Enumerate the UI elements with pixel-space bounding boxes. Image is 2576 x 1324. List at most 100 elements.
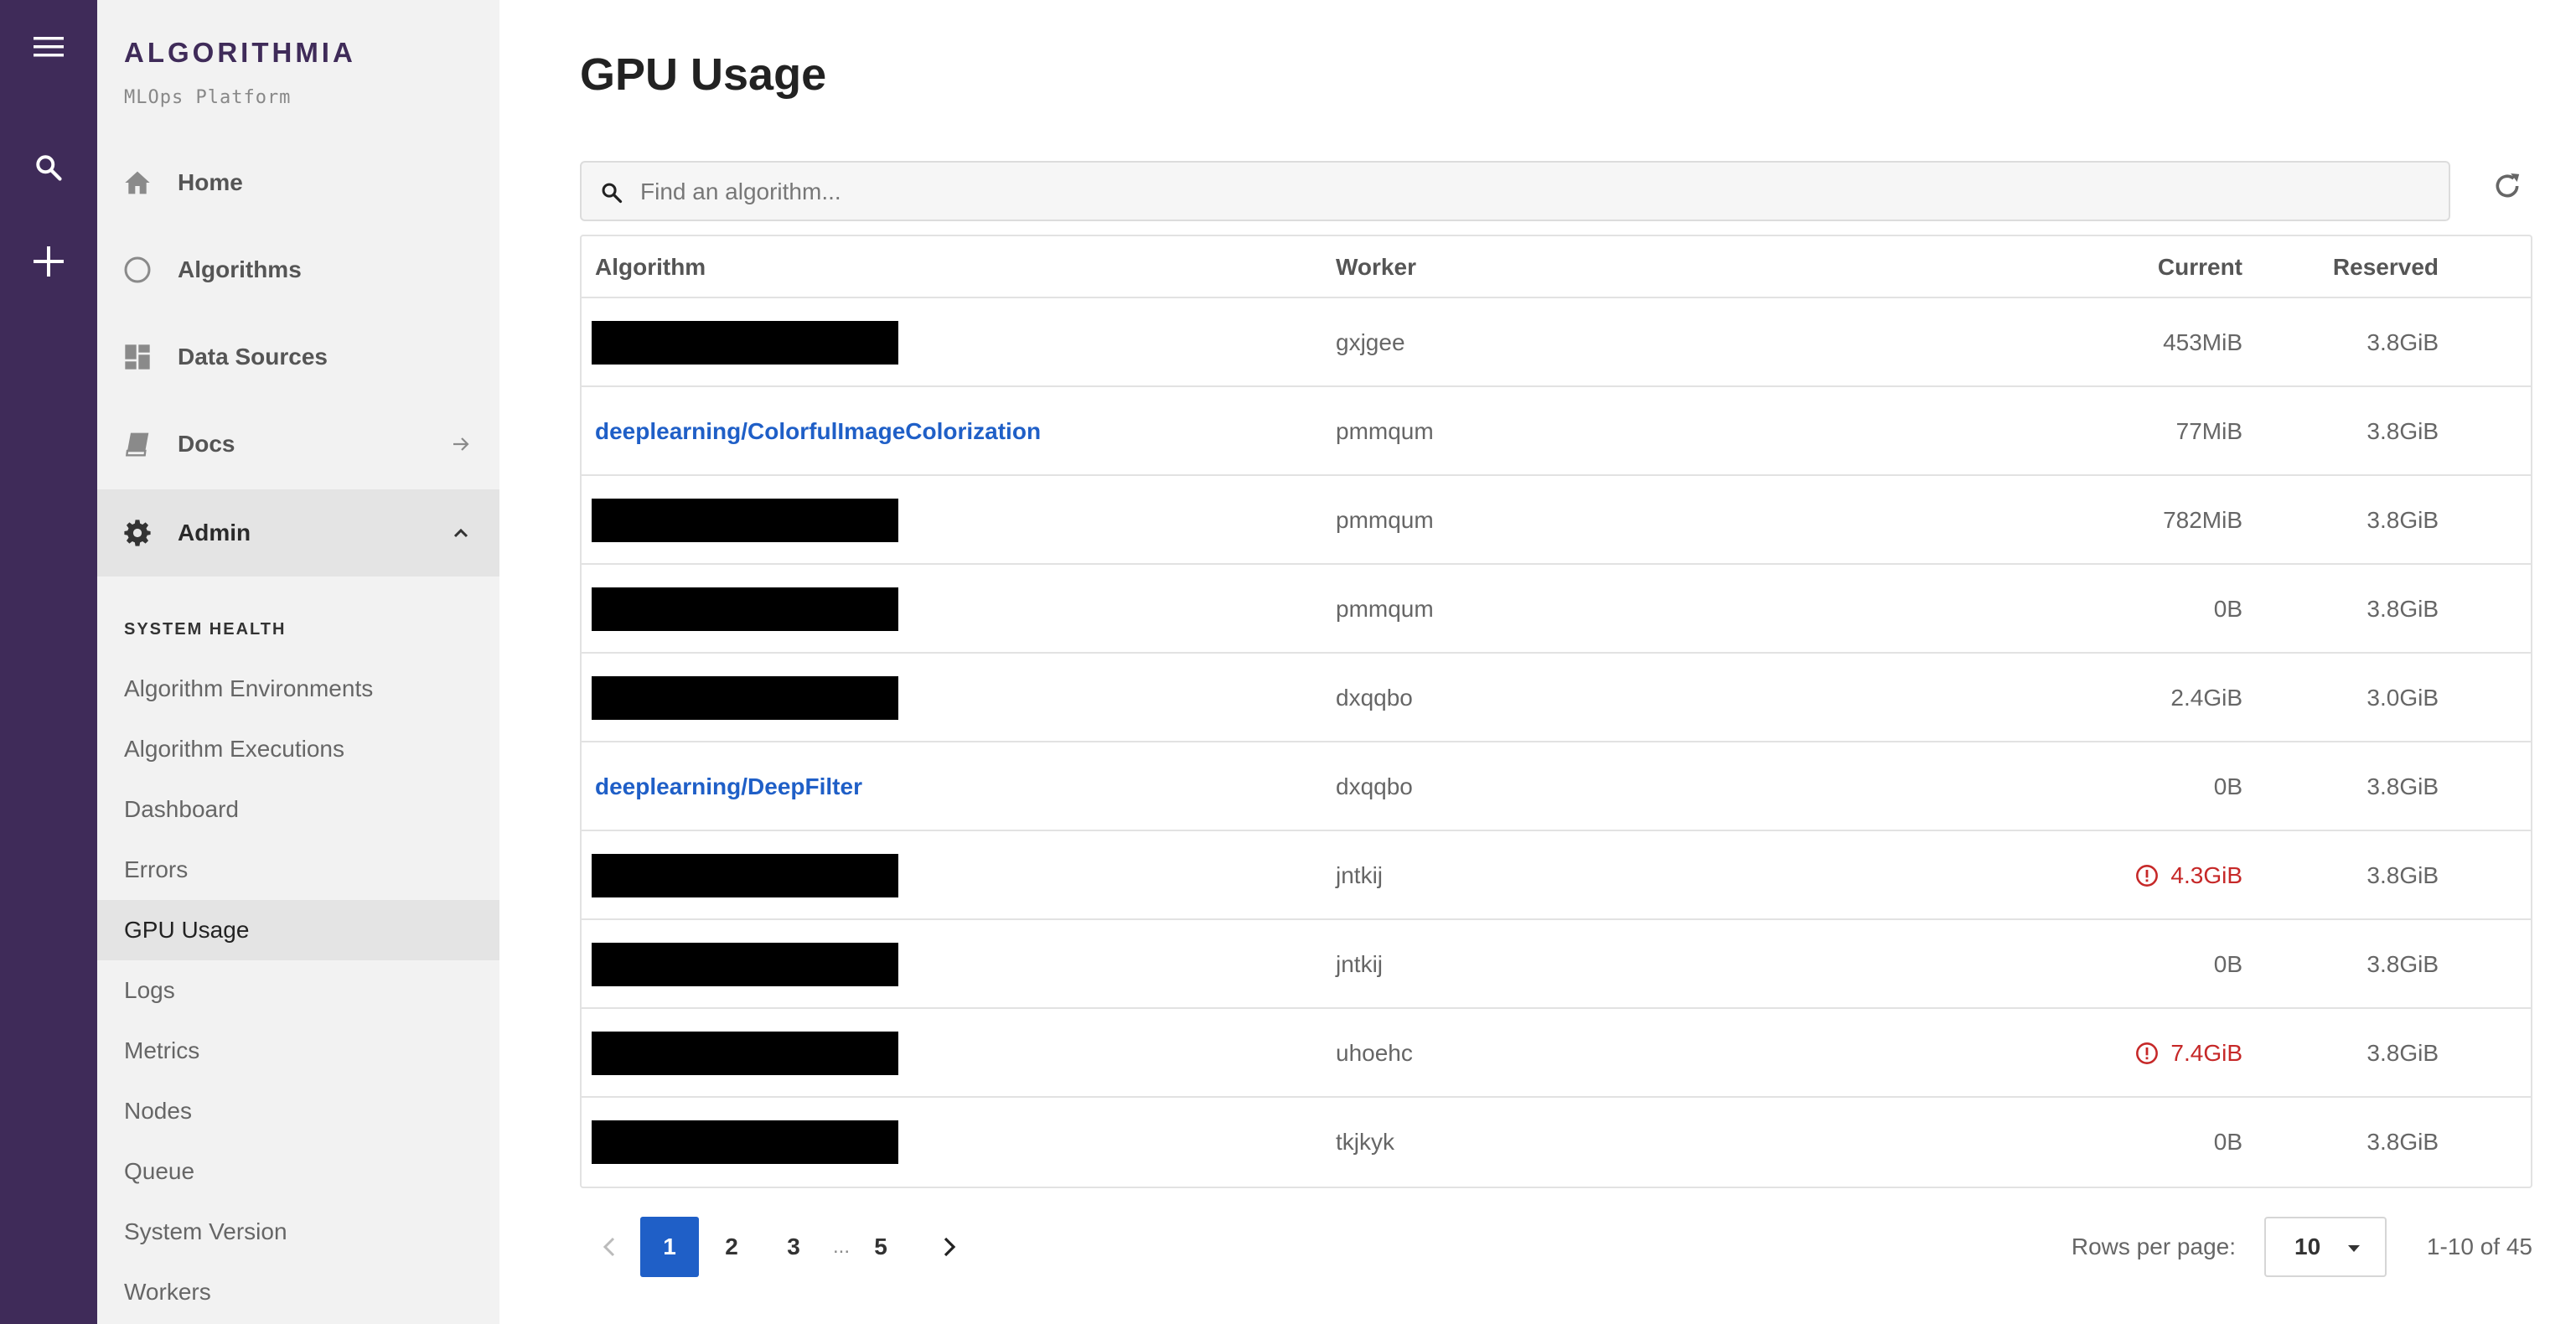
table-row[interactable]: pmmqum 0B 3.8GiB <box>582 565 2531 654</box>
table-row[interactable]: tkjkyk 0B 3.8GiB <box>582 1098 2531 1187</box>
page-button-1[interactable]: 1 <box>640 1217 699 1277</box>
worker-cell: jntkij <box>1336 862 1384 888</box>
section-heading-system-health: SYSTEM HEALTH <box>124 620 287 639</box>
nav-item-data-sources[interactable]: Data Sources <box>97 313 499 401</box>
chevron-right-icon <box>944 1237 956 1257</box>
sidebar-item-label: Metrics <box>124 1037 200 1063</box>
table-row[interactable]: gxjgee 453MiB 3.8GiB <box>582 298 2531 387</box>
table-row[interactable]: pmmqum 782MiB 3.8GiB <box>582 476 2531 565</box>
worker-cell: pmmqum <box>1336 418 1434 444</box>
pagination-range: 1-10 of 45 <box>2426 1233 2532 1259</box>
sidebar-item-workers[interactable]: Workers <box>97 1262 499 1322</box>
sidebar-item-errors[interactable]: Errors <box>97 840 499 900</box>
create-button[interactable] <box>15 228 82 295</box>
sidebar-item-logs[interactable]: Logs <box>97 960 499 1021</box>
chevron-up-icon <box>449 521 473 545</box>
reserved-cell: 3.8GiB <box>2367 773 2439 799</box>
redacted-block <box>592 676 898 720</box>
current-cell: 2.4GiB <box>2170 654 2242 742</box>
current-value: 782MiB <box>2163 507 2242 533</box>
sidebar: ALGORITHMIA MLOps Platform Home Algorith… <box>97 0 499 1324</box>
algorithm-cell <box>592 1098 898 1187</box>
sidebar-item-nodes[interactable]: Nodes <box>97 1081 499 1141</box>
column-header-algorithm[interactable]: Algorithm <box>595 236 706 298</box>
redacted-block <box>592 587 898 631</box>
book-icon <box>122 429 153 459</box>
table-body: gxjgee 453MiB 3.8GiB deeplearning/ColorfulI… <box>582 298 2531 1187</box>
reserved-cell: 3.8GiB <box>2367 329 2439 355</box>
table-row[interactable]: deeplearning/DeepFilter dxqqbo 0B 3.8GiB <box>582 742 2531 831</box>
current-cell: 77MiB <box>2176 387 2242 476</box>
pagination: 1 2 3 ... 5 Rows per page: 10 1-10 of 45 <box>580 1217 2532 1277</box>
current-value: 0B <box>2213 1129 2242 1155</box>
sidebar-item-dashboard[interactable]: Dashboard <box>97 779 499 840</box>
current-value: 77MiB <box>2175 418 2242 444</box>
circle-icon <box>122 255 153 285</box>
menu-button[interactable] <box>15 13 82 80</box>
redacted-block <box>592 499 898 542</box>
nav-label: Algorithms <box>178 256 302 282</box>
nav-item-algorithms[interactable]: Algorithms <box>97 226 499 313</box>
table-row[interactable]: uhoehc 7.4GiB 3.8GiB <box>582 1009 2531 1098</box>
sidebar-item-queue[interactable]: Queue <box>97 1141 499 1202</box>
sidebar-item-label: Queue <box>124 1158 195 1184</box>
search-icon <box>36 155 62 181</box>
gpu-usage-table: Algorithm Worker Current Reserved gxjgee… <box>580 235 2532 1188</box>
brand-logo[interactable]: ALGORITHMIA <box>124 37 356 69</box>
app-rail <box>0 0 97 1324</box>
algorithm-link[interactable]: deeplearning/DeepFilter <box>595 773 862 800</box>
sidebar-item-label: Dashboard <box>124 796 239 822</box>
search-button[interactable] <box>15 134 82 201</box>
algorithm-search[interactable] <box>580 161 2450 221</box>
worker-cell: tkjkyk <box>1336 1129 1394 1155</box>
nav-item-admin[interactable]: Admin <box>97 489 499 577</box>
algorithm-cell <box>592 920 898 1009</box>
page-button-2[interactable]: 2 <box>702 1217 761 1277</box>
table-row[interactable]: dxqqbo 2.4GiB 3.0GiB <box>582 654 2531 742</box>
search-input[interactable] <box>640 173 2434 211</box>
sidebar-item-label: GPU Usage <box>124 917 250 943</box>
menu-icon <box>34 37 64 57</box>
current-value: 7.4GiB <box>2170 1040 2242 1066</box>
main-content: GPU Usage Algorithm Worker Current Reser… <box>499 0 2576 1324</box>
page-title: GPU Usage <box>580 49 827 100</box>
current-cell: 7.4GiB <box>2135 1009 2242 1098</box>
refresh-button[interactable] <box>2482 161 2532 211</box>
nav-item-docs[interactable]: Docs <box>97 401 499 488</box>
next-page-button[interactable] <box>920 1217 979 1277</box>
gear-icon <box>122 518 153 548</box>
caret-down-icon <box>2348 1245 2360 1252</box>
worker-cell: gxjgee <box>1336 329 1405 355</box>
sidebar-item-label: System Version <box>124 1218 287 1244</box>
algorithm-link[interactable]: deeplearning/ColorfulImageColorization <box>595 418 1041 445</box>
column-header-worker[interactable]: Worker <box>1336 236 1416 298</box>
redacted-block <box>592 1032 898 1075</box>
prev-page-button[interactable] <box>580 1217 639 1277</box>
rows-per-page-label: Rows per page: <box>2071 1233 2236 1259</box>
page-button-5[interactable]: 5 <box>851 1217 910 1277</box>
worker-cell: uhoehc <box>1336 1040 1413 1066</box>
table-row[interactable]: deeplearning/ColorfulImageColorization pm… <box>582 387 2531 476</box>
current-value: 4.3GiB <box>2170 862 2242 888</box>
redacted-block <box>592 943 898 986</box>
sidebar-item-label: Workers <box>124 1279 211 1305</box>
nav-label: Data Sources <box>178 344 328 370</box>
reserved-cell: 3.8GiB <box>2367 862 2439 888</box>
reserved-cell: 3.8GiB <box>2367 951 2439 977</box>
nav-item-home[interactable]: Home <box>97 139 499 226</box>
sidebar-item-algorithm-environments[interactable]: Algorithm Environments <box>97 659 499 719</box>
dashboard-icon <box>122 342 153 372</box>
sidebar-item-algorithm-executions[interactable]: Algorithm Executions <box>97 719 499 779</box>
current-value: 0B <box>2213 951 2242 977</box>
table-row[interactable]: jntkij 4.3GiB 3.8GiB <box>582 831 2531 920</box>
page-button-3[interactable]: 3 <box>764 1217 823 1277</box>
algorithm-cell <box>592 565 898 654</box>
sidebar-item-metrics[interactable]: Metrics <box>97 1021 499 1081</box>
table-row[interactable]: jntkij 0B 3.8GiB <box>582 920 2531 1009</box>
column-header-reserved[interactable]: Reserved <box>2333 236 2439 298</box>
sidebar-item-gpu-usage[interactable]: GPU Usage <box>97 900 499 960</box>
rows-per-page-value: 10 <box>2294 1233 2321 1259</box>
rows-per-page-select[interactable]: 10 <box>2264 1217 2387 1277</box>
sidebar-item-system-version[interactable]: System Version <box>97 1202 499 1262</box>
column-header-current[interactable]: Current <box>2158 236 2242 298</box>
